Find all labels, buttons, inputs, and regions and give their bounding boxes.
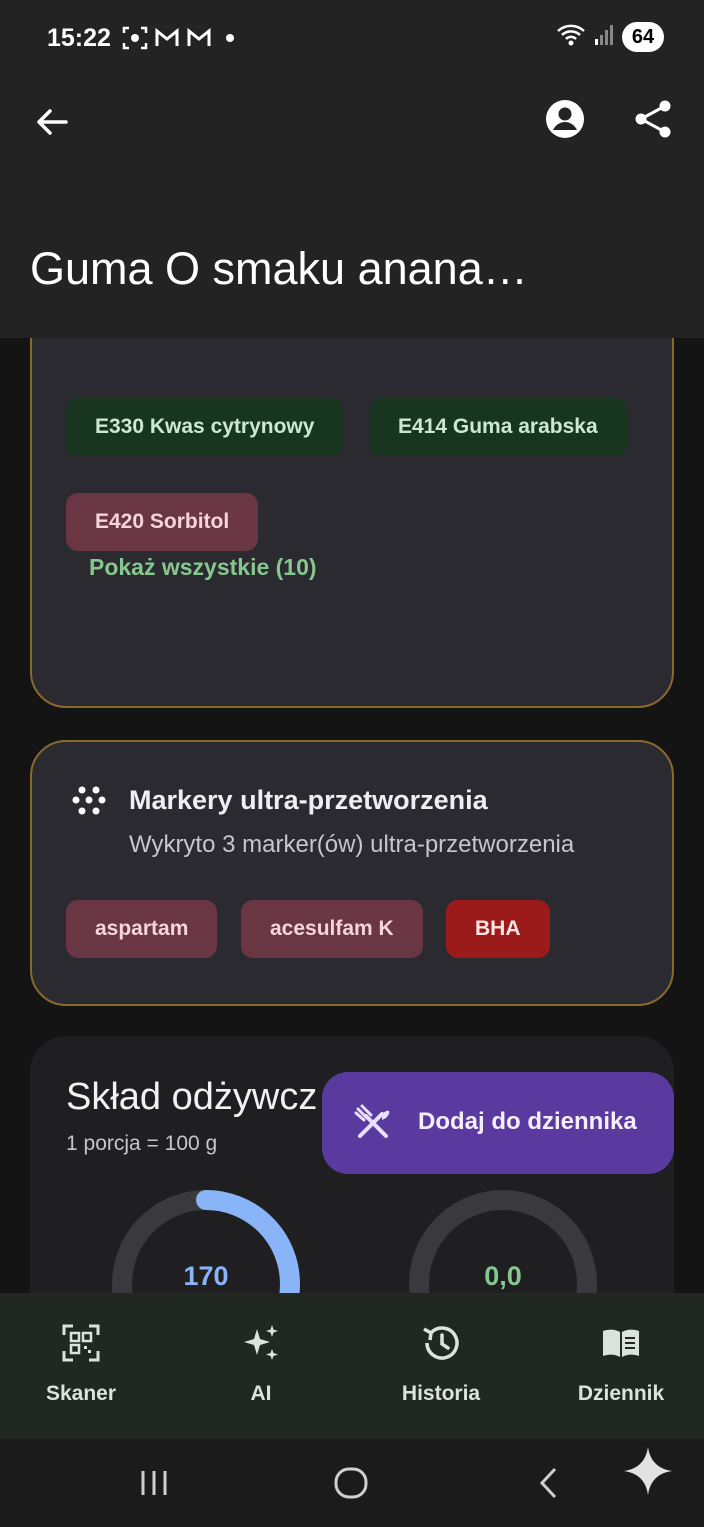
portion-size: 1 porcja = 100 g [66,1132,218,1155]
page-title: Guma O smaku anana… [30,243,528,294]
home-icon [334,1467,368,1499]
show-all-additives-link[interactable]: Pokaż wszystkie (10) [89,554,317,581]
calories-gauge: 170 [106,1184,306,1293]
more-notifications-dot [226,34,234,42]
share-icon [635,100,671,138]
share-button[interactable] [631,97,675,141]
gmail-icon [186,25,212,51]
gmail-icon [154,25,180,51]
gemini-button[interactable] [622,1445,674,1497]
battery-indicator: 64 [622,22,664,52]
additive-chip[interactable]: E420 Sorbitol [66,493,259,551]
system-status: 64 [556,22,664,52]
chevron-left-icon [539,1467,557,1499]
marker-chip[interactable]: acesulfam K [241,900,423,958]
recent-apps-button[interactable] [132,1461,176,1505]
app-header: Guma O smaku anana… [0,80,704,338]
additives-card: E330 Kwas cytrynowy E414 Guma arabska E4… [30,338,674,708]
additive-chip[interactable]: E414 Guma arabska [369,398,627,456]
marker-chip[interactable]: BHA [446,900,550,958]
home-button[interactable] [329,1461,373,1505]
bottom-navigation: Skaner AI Historia Dziennik [0,1293,704,1439]
gemini-sparkle-icon [624,1447,672,1495]
system-back-button[interactable] [527,1461,571,1505]
nav-label: AI [250,1382,272,1405]
nav-item-scanner[interactable]: Skaner [0,1293,169,1439]
nutrient-gauge: 0,0 [403,1184,603,1293]
history-icon [421,1323,461,1363]
ultra-processing-markers-card: Markery ultra-przetworzenia Wykryto 3 ma… [30,740,674,1006]
signal-icon [594,23,614,52]
additive-chip[interactable]: E330 Kwas cytrynowy [66,398,344,456]
add-to-diary-fab[interactable]: Dodaj do dziennika [322,1072,674,1174]
notification-icons [122,25,234,51]
sparkles-icon [241,1323,281,1363]
arrow-left-icon [37,109,68,135]
account-circle-icon [546,100,584,138]
system-navigation-bar [0,1439,704,1527]
markers-title: Markery ultra-przetworzenia [129,785,488,815]
fab-label: Dodaj do dziennika [418,1108,637,1135]
recents-icon [141,1471,167,1495]
utensils-icon [354,1104,392,1142]
grain-dots-icon [72,784,108,820]
nutrient-value: 0,0 [484,1261,522,1291]
nav-label: Dziennik [577,1382,665,1405]
nav-item-ai[interactable]: AI [173,1293,349,1439]
markers-subtitle: Wykryto 3 marker(ów) ultra-przetworzenia [129,831,575,858]
wifi-icon [556,23,586,52]
qr-scanner-icon [61,1323,101,1363]
nav-label: Skaner [45,1382,117,1405]
status-bar: 15:22 64 [0,0,704,80]
book-icon [601,1323,641,1363]
nutrition-title: Skład odżywcz [66,1076,318,1118]
nav-label: Historia [401,1382,481,1405]
back-button[interactable] [30,100,74,144]
status-time: 15:22 [47,24,111,52]
screenshot-icon [122,25,148,51]
nav-item-history[interactable]: Historia [353,1293,529,1439]
marker-chip[interactable]: aspartam [66,900,218,958]
calories-value: 170 [183,1261,229,1291]
profile-button[interactable] [543,97,587,141]
nav-item-diary[interactable]: Dziennik [533,1293,704,1439]
